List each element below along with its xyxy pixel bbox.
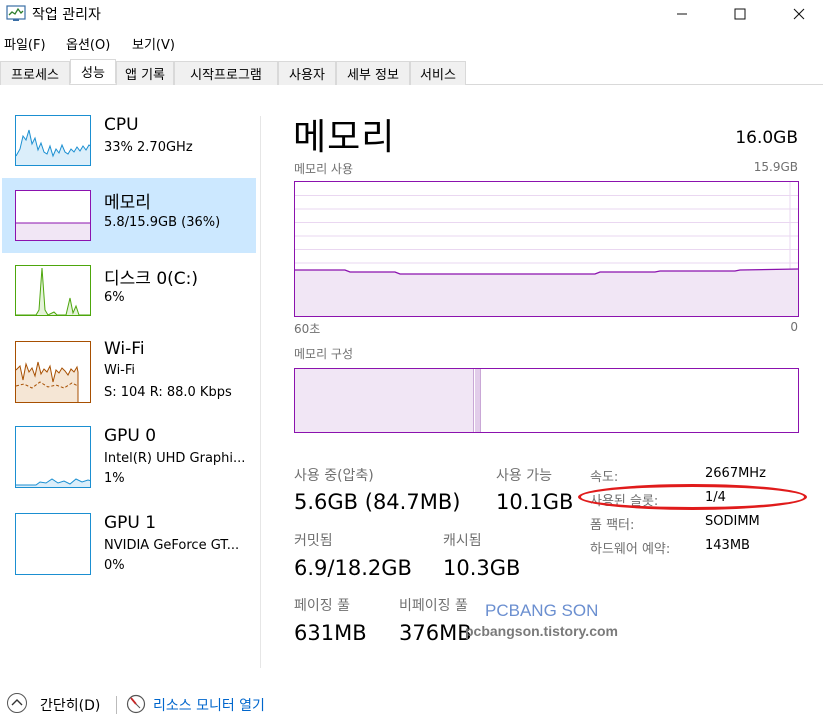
memory-title: 메모리 bbox=[104, 193, 151, 213]
wifi-name-text: Wi-Fi bbox=[104, 363, 136, 378]
memory-usage-text: 5.8/15.9GB (36%) bbox=[104, 215, 221, 230]
form-factor-value: SODIMM bbox=[705, 514, 760, 529]
sidebar-item-cpu[interactable]: CPU 33% 2.70GHz bbox=[2, 102, 256, 177]
paged-pool-label: 페이징 풀 bbox=[294, 598, 350, 614]
disk-usage-text: 6% bbox=[104, 290, 125, 305]
memory-sparkline bbox=[16, 222, 90, 240]
sidebar-item-gpu1[interactable]: GPU 1 NVIDIA GeForce GT... 0% bbox=[2, 507, 256, 582]
task-manager-icon bbox=[6, 5, 26, 21]
gpu0-usage-text: 1% bbox=[104, 471, 125, 486]
maximize-button[interactable] bbox=[717, 0, 763, 28]
tab-performance[interactable]: 성능 bbox=[70, 59, 116, 84]
memory-usage-graph bbox=[294, 181, 799, 317]
in-use-label: 사용 중(압축) bbox=[294, 468, 374, 484]
memory-composition-bar bbox=[294, 368, 799, 433]
close-button[interactable] bbox=[776, 0, 822, 28]
watermark-url: pcbangson.tistory.com bbox=[465, 623, 618, 639]
hardware-reserved-label: 하드웨어 예약: bbox=[590, 542, 671, 557]
gpu1-model-text: NVIDIA GeForce GT... bbox=[104, 538, 240, 553]
disk-title: 디스크 0(C:) bbox=[104, 269, 199, 289]
gpu0-title: GPU 0 bbox=[104, 426, 157, 446]
title-bar: 작업 관리자 bbox=[0, 0, 823, 28]
sidebar-item-wifi[interactable]: Wi-Fi Wi-Fi S: 104 R: 88.0 Kbps bbox=[2, 333, 256, 408]
open-resource-monitor-link[interactable]: 리소스 모니터 열기 bbox=[153, 695, 265, 715]
minimize-icon bbox=[677, 13, 687, 15]
graph-time-end: 0 bbox=[790, 320, 798, 334]
sidebar-item-gpu0[interactable]: GPU 0 Intel(R) UHD Graphi... 1% bbox=[2, 420, 256, 495]
memory-usage-max: 15.9GB bbox=[753, 160, 798, 174]
memory-usage-graph-label: 메모리 사용 bbox=[294, 162, 354, 176]
composition-modified bbox=[475, 369, 481, 432]
speed-value: 2667MHz bbox=[705, 466, 766, 481]
tab-processes[interactable]: 프로세스 bbox=[0, 61, 70, 85]
in-use-value: 5.6GB (84.7MB) bbox=[294, 490, 461, 514]
hardware-reserved-value: 143MB bbox=[705, 538, 750, 553]
close-icon bbox=[793, 8, 805, 20]
sidebar-divider bbox=[260, 116, 261, 668]
speed-label: 속도: bbox=[590, 470, 619, 485]
maximize-icon bbox=[734, 8, 746, 20]
cpu-sparkline bbox=[16, 129, 90, 165]
tab-app-history[interactable]: 앱 기록 bbox=[116, 61, 174, 85]
watermark-title: PCBANG SON bbox=[485, 601, 599, 620]
menu-file[interactable]: 파일(F) bbox=[4, 34, 46, 53]
performance-sidebar: CPU 33% 2.70GHz 메모리 5.8/15.9GB (36%) 디스크… bbox=[0, 86, 260, 668]
tab-startup[interactable]: 시작프로그램 bbox=[174, 61, 278, 85]
composition-in-use bbox=[295, 369, 474, 432]
wifi-title: Wi-Fi bbox=[104, 339, 145, 359]
resource-monitor-icon bbox=[126, 694, 146, 714]
footer-bar: 간단히(D) 리소스 모니터 열기 bbox=[0, 690, 823, 720]
memory-thumbnail-graph bbox=[15, 190, 91, 241]
resource-title: 메모리 bbox=[293, 117, 396, 158]
total-memory: 16.0GB bbox=[735, 128, 798, 148]
tab-bar: 프로세스 성능 앱 기록 시작프로그램 사용자 세부 정보 서비스 bbox=[0, 59, 823, 85]
menu-options[interactable]: 옵션(O) bbox=[66, 34, 110, 53]
committed-value: 6.9/18.2GB bbox=[294, 556, 412, 580]
gpu0-thumbnail-graph bbox=[15, 426, 91, 488]
gpu1-thumbnail-graph bbox=[15, 513, 91, 575]
window-title: 작업 관리자 bbox=[32, 7, 101, 23]
cached-label: 캐시됨 bbox=[443, 533, 482, 549]
cpu-usage-text: 33% 2.70GHz bbox=[104, 140, 193, 155]
memory-usage-plot bbox=[295, 182, 798, 316]
available-label: 사용 가능 bbox=[496, 468, 552, 484]
cached-value: 10.3GB bbox=[443, 556, 521, 580]
cpu-title: CPU bbox=[104, 115, 139, 135]
gpu0-model-text: Intel(R) UHD Graphi... bbox=[104, 451, 246, 466]
fewer-details-link[interactable]: 간단히(D) bbox=[40, 695, 100, 715]
available-value: 10.1GB bbox=[496, 490, 574, 514]
tab-services[interactable]: 서비스 bbox=[410, 61, 466, 85]
paged-pool-value: 631MB bbox=[294, 621, 367, 645]
wifi-thumbnail-graph bbox=[15, 341, 91, 403]
committed-label: 커밋됨 bbox=[294, 533, 333, 549]
gpu0-sparkline bbox=[16, 478, 90, 487]
highlight-ellipse bbox=[578, 484, 807, 510]
disk-thumbnail-graph bbox=[15, 265, 91, 316]
tab-details[interactable]: 세부 정보 bbox=[336, 61, 410, 85]
menu-view[interactable]: 보기(V) bbox=[132, 34, 175, 53]
sidebar-item-memory[interactable]: 메모리 5.8/15.9GB (36%) bbox=[2, 178, 256, 253]
gpu1-usage-text: 0% bbox=[104, 558, 125, 573]
nonpaged-pool-value: 376MB bbox=[399, 621, 472, 645]
graph-time-label: 60초 bbox=[294, 322, 321, 336]
cpu-thumbnail-graph bbox=[15, 115, 91, 166]
chevron-up-icon[interactable] bbox=[6, 692, 28, 714]
wifi-sparkline bbox=[16, 361, 79, 402]
tab-users[interactable]: 사용자 bbox=[278, 61, 336, 85]
wifi-throughput-text: S: 104 R: 88.0 Kbps bbox=[104, 385, 232, 400]
form-factor-label: 폼 팩터: bbox=[590, 518, 635, 533]
sidebar-item-disk[interactable]: 디스크 0(C:) 6% bbox=[2, 256, 256, 331]
disk-sparkline bbox=[16, 267, 90, 315]
minimize-button[interactable] bbox=[659, 0, 705, 28]
nonpaged-pool-label: 비페이징 풀 bbox=[399, 598, 468, 614]
footer-divider bbox=[116, 696, 117, 714]
gpu1-title: GPU 1 bbox=[104, 513, 157, 533]
memory-composition-label: 메모리 구성 bbox=[294, 347, 354, 361]
